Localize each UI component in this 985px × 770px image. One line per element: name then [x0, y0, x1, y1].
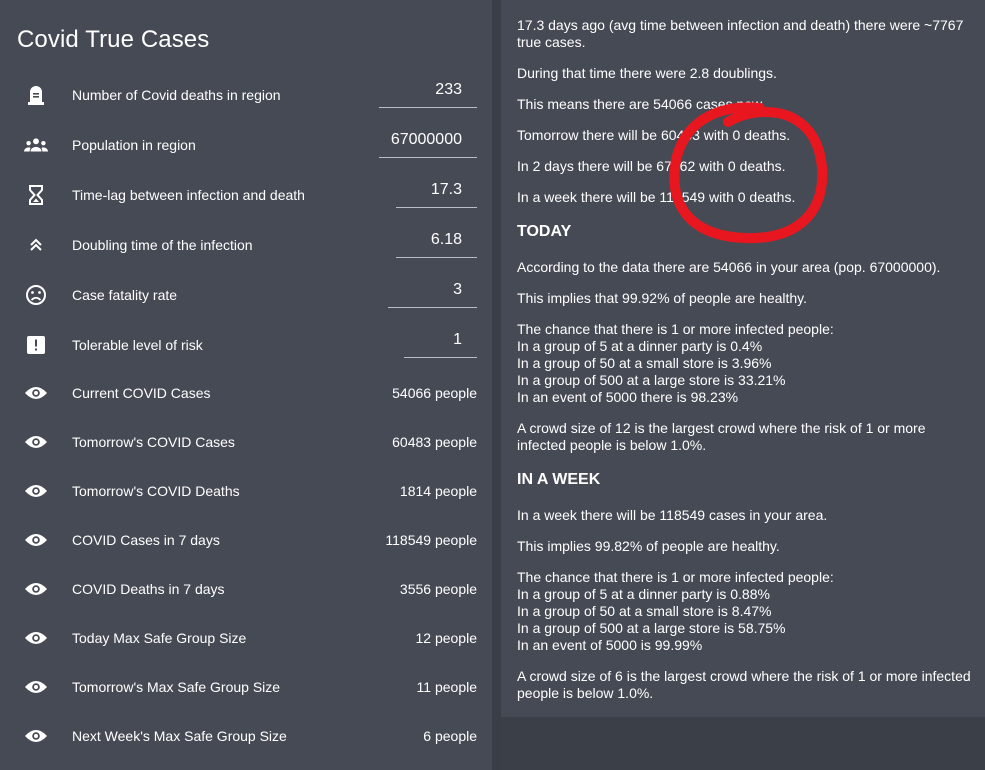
crowd-line: people is below 1.0%. [517, 685, 654, 701]
output-row: COVID Deaths in 7 days 3556 people [0, 569, 492, 609]
eye-icon [24, 479, 48, 503]
week-healthy: This implies 99.82% of people are health… [517, 538, 780, 554]
output-row: Tomorrow's Max Safe Group Size 11 people [0, 667, 492, 707]
output-row: Current COVID Cases 54066 people [0, 373, 492, 413]
week-crowd: A crowd size of 6 is the largest crowd w… [517, 668, 977, 702]
input-row-deaths: Number of Covid deaths in region 233 [0, 75, 492, 115]
timelag-label: Time-lag between infection and death [72, 187, 305, 203]
calculator-panel: Covid True Cases Number of Covid deaths … [0, 0, 492, 770]
output-label: Current COVID Cases [72, 385, 211, 401]
output-value: 3556 people [399, 581, 477, 597]
output-row: Tomorrow's COVID Cases 60483 people [0, 422, 492, 462]
tombstone-icon [24, 83, 48, 107]
output-label: Tomorrow's COVID Deaths [72, 483, 240, 499]
eye-icon [24, 675, 48, 699]
today-cases: According to the data there are 54066 in… [517, 259, 941, 275]
eye-icon [24, 381, 48, 405]
chance-line: In a group of 5 at a dinner party is 0.8… [517, 586, 770, 602]
output-label: Next Week's Max Safe Group Size [72, 728, 287, 744]
deaths-input[interactable]: 233 [379, 77, 477, 108]
population-input[interactable]: 67000000 [379, 127, 477, 158]
week-chance: The chance that there is 1 or more infec… [517, 569, 977, 654]
output-value: 6 people [423, 728, 477, 744]
output-label: COVID Cases in 7 days [72, 532, 220, 548]
summary-two-days: In 2 days there will be 67662 with 0 dea… [517, 158, 786, 174]
eye-icon [24, 528, 48, 552]
cfr-label: Case fatality rate [72, 287, 178, 303]
output-row: Tomorrow's COVID Deaths 1814 people [0, 471, 492, 511]
crowd-line: infected people is below 1.0%. [517, 437, 707, 453]
panel-gutter [492, 0, 501, 770]
page-title: Covid True Cases [17, 26, 210, 53]
output-label: Tomorrow's Max Safe Group Size [72, 679, 281, 695]
chance-line: In a group of 50 at a small store is 8.4… [517, 603, 772, 619]
output-value: 11 people [416, 679, 477, 695]
eye-icon [24, 430, 48, 454]
eye-icon [24, 626, 48, 650]
input-row-doubling: Doubling time of the infection 6.18 [0, 225, 492, 265]
summary-tomorrow: Tomorrow there will be 60483 with 0 deat… [517, 127, 791, 143]
summary-week: In a week there will be 118549 with 0 de… [517, 189, 796, 205]
chance-line: The chance that there is 1 or more infec… [517, 321, 834, 337]
output-value: 12 people [415, 630, 477, 646]
chance-line: In an event of 5000 there is 98.23% [517, 389, 739, 405]
today-crowd: A crowd size of 12 is the largest crowd … [517, 420, 977, 454]
doubling-label: Doubling time of the infection [72, 237, 253, 253]
week-cases: In a week there will be 118549 cases in … [517, 507, 828, 523]
today-heading: TODAY [517, 223, 572, 240]
panel-footer-gap [501, 717, 985, 770]
chance-line: In an event of 5000 is 99.99% [517, 637, 703, 653]
output-row: COVID Cases in 7 days 118549 people [0, 520, 492, 560]
today-chance: The chance that there is 1 or more infec… [517, 321, 977, 406]
results-panel: 17.3 days ago (avg time between infectio… [501, 0, 985, 717]
doubling-input[interactable]: 6.18 [396, 227, 477, 258]
output-value: 54066 people [392, 385, 477, 401]
input-row-cfr: Case fatality rate 3 [0, 275, 492, 315]
eye-icon [24, 577, 48, 601]
crowd-line: A crowd size of 6 is the largest crowd w… [517, 668, 971, 684]
output-label: COVID Deaths in 7 days [72, 581, 225, 597]
output-label: Tomorrow's COVID Cases [72, 434, 235, 450]
chance-line: In a group of 500 at a large store is 33… [517, 372, 786, 388]
summary-doublings: During that time there were 2.8 doubling… [517, 65, 777, 81]
eye-icon [24, 724, 48, 748]
chance-line: In a group of 50 at a small store is 3.9… [517, 355, 772, 371]
alert-icon [24, 333, 48, 357]
output-row: Next Week's Max Safe Group Size 6 people [0, 716, 492, 756]
output-label: Today Max Safe Group Size [72, 630, 247, 646]
summary-intro: 17.3 days ago (avg time between infectio… [517, 17, 964, 50]
input-row-risk: Tolerable level of risk 1 [0, 325, 492, 365]
chance-line: In a group of 500 at a large store is 58… [517, 620, 786, 636]
hourglass-icon [24, 183, 48, 207]
today-healthy: This implies that 99.92% of people are h… [517, 290, 808, 306]
chance-line: The chance that there is 1 or more infec… [517, 569, 834, 585]
input-row-timelag: Time-lag between infection and death 17.… [0, 175, 492, 215]
population-label: Population in region [72, 137, 196, 153]
timelag-input[interactable]: 17.3 [396, 177, 477, 208]
chance-line: In a group of 5 at a dinner party is 0.4… [517, 338, 763, 354]
risk-input[interactable]: 1 [404, 327, 477, 358]
input-row-population: Population in region 67000000 [0, 125, 492, 165]
deaths-label: Number of Covid deaths in region [72, 87, 281, 103]
output-value: 1814 people [399, 483, 477, 499]
output-row: Today Max Safe Group Size 12 people [0, 618, 492, 658]
summary-cases-now: This means there are 54066 cases now. [517, 96, 766, 112]
people-group-icon [24, 133, 48, 157]
double-chevron-up-icon [24, 233, 48, 257]
cfr-input[interactable]: 3 [388, 277, 477, 308]
risk-label: Tolerable level of risk [72, 337, 203, 353]
output-value: 118549 people [385, 532, 477, 548]
crowd-line: A crowd size of 12 is the largest crowd … [517, 420, 926, 436]
week-heading: IN A WEEK [517, 471, 601, 488]
sad-face-icon [24, 283, 48, 307]
output-value: 60483 people [392, 434, 477, 450]
